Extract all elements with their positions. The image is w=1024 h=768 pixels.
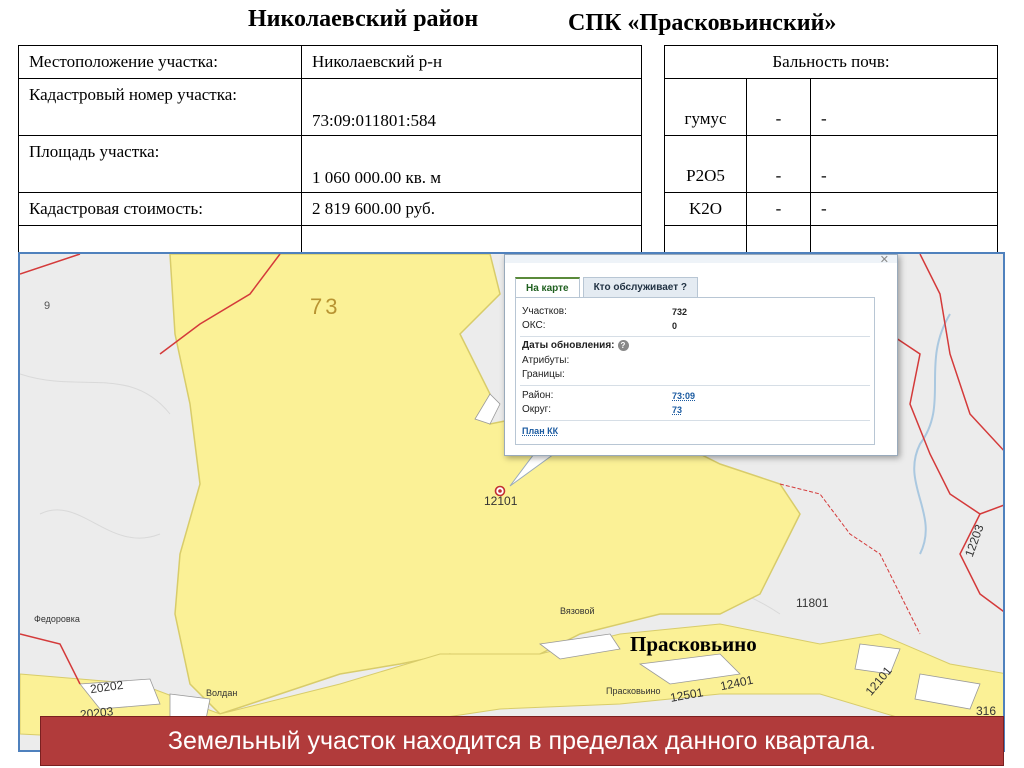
tab-who-serves[interactable]: Кто обслуживает ? xyxy=(582,277,698,297)
village-label: Прасковьино xyxy=(606,686,661,696)
popup-title-bar[interactable] xyxy=(505,255,897,263)
block-label: 11801 xyxy=(796,596,829,610)
soil-p2o5-b: - xyxy=(810,135,998,193)
okrug-link[interactable]: 73 xyxy=(672,405,682,415)
cadastral-number-label: Кадастровый номер участка: xyxy=(18,78,302,136)
table-row: Кадастровая стоимость: 2 819 600.00 руб. xyxy=(18,192,642,226)
cadastral-map[interactable]: 73 9 12101 11801 12203 12401 12501 20202… xyxy=(18,252,1005,752)
table-row: Кадастровый номер участка: 73:09:011801:… xyxy=(18,78,642,136)
side-number-label: 9 xyxy=(44,300,51,312)
cadastral-number-value: 73:09:011801:584 xyxy=(301,78,642,136)
soil-k2o-a: - xyxy=(746,192,811,226)
block-label-main: 12101 xyxy=(484,494,518,508)
close-icon[interactable]: ✕ xyxy=(880,254,889,266)
oks-value: 0 xyxy=(672,321,678,331)
question-icon[interactable]: ? xyxy=(617,340,629,351)
district-title: Николаевский район xyxy=(248,6,479,32)
okrug-label: Округ: xyxy=(522,404,552,415)
table-row-empty xyxy=(18,225,642,256)
soil-p2o5-label: P2O5 xyxy=(664,135,747,193)
table-row: Площадь участка: 1 060 000.00 кв. м xyxy=(18,135,642,193)
area-value: 1 060 000.00 кв. м xyxy=(301,135,642,193)
borders-label: Границы: xyxy=(522,369,565,380)
soil-score-header: Бальность почв: xyxy=(664,45,998,79)
parcel-info-table: Местоположение участка: Николаевский р-н… xyxy=(18,45,642,256)
popup-tabs: На карте Кто обслуживает ? xyxy=(515,277,701,297)
table-row-empty xyxy=(664,225,998,256)
location-value: Николаевский р-н xyxy=(301,45,642,79)
oks-label: ОКС: xyxy=(522,320,546,331)
popup-panel: Участков: 732 ОКС: 0 Даты обновления:? А… xyxy=(515,297,875,445)
organization-title: СПК «Прасковьинский» xyxy=(568,10,837,36)
table-row: Бальность почв: xyxy=(664,45,998,79)
soil-humus-label: гумус xyxy=(664,78,747,136)
cadastral-cost-value: 2 819 600.00 руб. xyxy=(301,192,642,226)
soil-score-table: Бальность почв: гумус - - P2O5 - - K2O -… xyxy=(664,45,998,256)
town-label: Прасковьино xyxy=(630,632,757,656)
updates-label: Даты обновления: xyxy=(522,340,615,351)
village-label: Волдан xyxy=(206,688,238,698)
parcels-label: Участков: xyxy=(522,306,567,317)
caption-banner: Земельный участок находится в пределах д… xyxy=(40,716,1004,766)
soil-humus-a: - xyxy=(746,78,811,136)
region-code-label: 73 xyxy=(310,294,341,319)
cadastral-cost-label: Кадастровая стоимость: xyxy=(18,192,302,226)
tab-on-map[interactable]: На карте xyxy=(515,277,580,297)
parcels-value: 732 xyxy=(672,307,688,317)
table-row: гумус - - xyxy=(664,78,998,136)
table-row: Местоположение участка: Николаевский р-н xyxy=(18,45,642,79)
district-label: Район: xyxy=(522,390,554,401)
table-row: K2O - - xyxy=(664,192,998,226)
soil-k2o-b: - xyxy=(810,192,998,226)
location-label: Местоположение участка: xyxy=(18,45,302,79)
soil-humus-b: - xyxy=(810,78,998,136)
village-label: Вязовой xyxy=(560,606,595,616)
soil-p2o5-a: - xyxy=(746,135,811,193)
table-row: P2O5 - - xyxy=(664,135,998,193)
village-label: Федоровка xyxy=(34,614,80,624)
plan-kk-link[interactable]: План КК xyxy=(522,426,558,436)
attributes-label: Атрибуты: xyxy=(522,355,570,366)
area-label: Площадь участка: xyxy=(18,135,302,193)
soil-k2o-label: K2O xyxy=(664,192,747,226)
quarter-info-popup[interactable]: ✕ На карте Кто обслуживает ? Участков: 7… xyxy=(504,254,898,456)
district-link[interactable]: 73:09 xyxy=(672,391,695,401)
